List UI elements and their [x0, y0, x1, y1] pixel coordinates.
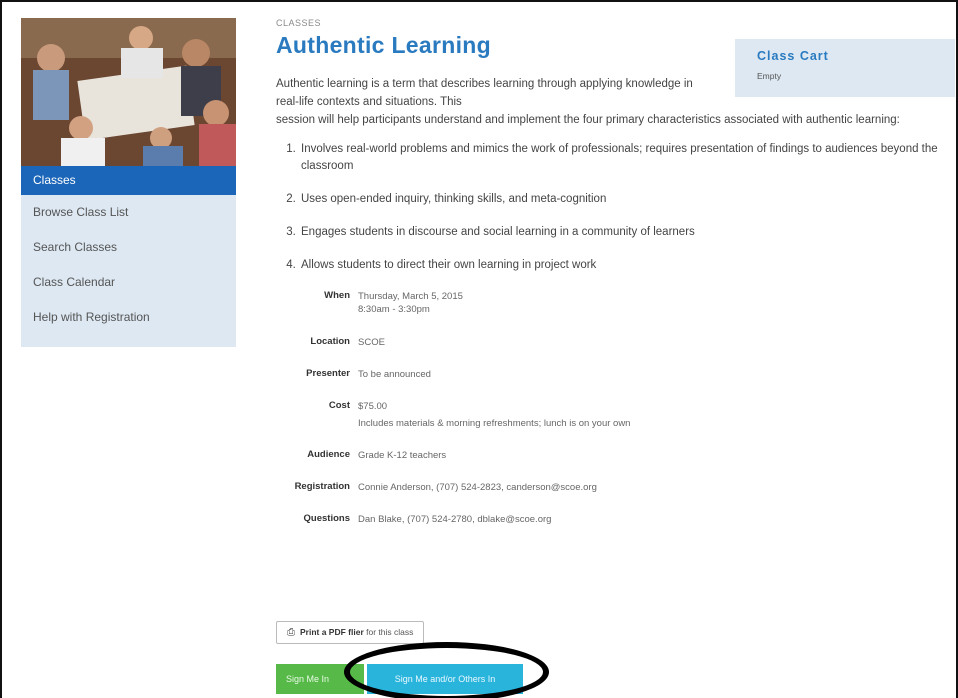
cost-value: $75.00 Includes materials & morning refr…: [358, 400, 630, 430]
list-item: Uses open-ended inquiry, thinking skills…: [299, 191, 956, 208]
description-line-1: Authentic learning is a term that descri…: [276, 78, 693, 108]
pdf-button-label-bold: Print a PDF flier: [300, 627, 364, 637]
print-pdf-flier-button[interactable]: ⎙ Print a PDF flier for this class: [276, 621, 425, 644]
registration-label: Registration: [294, 481, 350, 492]
detail-questions: Questions Dan Blake, (707) 524-2780, dbl…: [276, 513, 956, 526]
audience-label: Audience: [307, 449, 350, 460]
questions-label: Questions: [303, 513, 350, 524]
sign-me-in-button[interactable]: Sign Me In: [276, 664, 364, 694]
list-item: Allows students to direct their own lear…: [299, 257, 956, 274]
sign-me-and-others-in-button[interactable]: Sign Me and/or Others In: [367, 664, 523, 694]
audience-value: Grade K-12 teachers: [358, 450, 447, 461]
page-title: Authentic Learning: [276, 32, 491, 58]
breadcrumb[interactable]: CLASSES: [276, 18, 956, 28]
sidebar-item-class-calendar[interactable]: Class Calendar: [21, 265, 236, 300]
class-description: Authentic learning is a term that descri…: [276, 75, 956, 129]
when-date: Thursday, March 5, 2015: [358, 291, 463, 302]
classroom-photo: [21, 18, 236, 166]
sidebar-item-classes[interactable]: Classes: [21, 166, 236, 195]
detail-audience: Audience Grade K-12 teachers: [276, 449, 956, 462]
list-item: Engages students in discourse and social…: [299, 224, 956, 241]
cost-label: Cost: [328, 400, 350, 411]
detail-presenter: Presenter To be announced: [276, 368, 956, 381]
when-time: 8:30am - 3:30pm: [358, 304, 430, 315]
main-content: CLASSES Authentic Learning Authentic lea…: [276, 18, 956, 526]
questions-value[interactable]: Dan Blake, (707) 524-2780, dblake@scoe.o…: [358, 513, 551, 526]
cost-note: Includes materials & morning refreshment…: [358, 418, 631, 429]
location-label: Location: [310, 336, 350, 347]
pdf-button-label: for this class: [363, 627, 414, 637]
detail-when: When Thursday, March 5, 2015 8:30am - 3:…: [276, 290, 956, 316]
classroom-photo-image: [21, 18, 236, 166]
class-details: When Thursday, March 5, 2015 8:30am - 3:…: [276, 290, 956, 526]
when-value: Thursday, March 5, 2015 8:30am - 3:30pm: [358, 290, 463, 316]
printer-icon: ⎙: [287, 627, 295, 638]
sidebar-item-search-classes[interactable]: Search Classes: [21, 230, 236, 265]
presenter-value: To be announced: [358, 369, 431, 380]
detail-cost: Cost $75.00 Includes materials & morning…: [276, 400, 956, 430]
presenter-label: Presenter: [306, 368, 350, 379]
location-value: SCOE: [358, 337, 385, 348]
detail-location: Location SCOE: [276, 336, 956, 349]
sidebar-item-browse-class-list[interactable]: Browse Class List: [21, 195, 236, 230]
list-item: Involves real-world problems and mimics …: [299, 141, 956, 175]
sidebar-item-help-with-registration[interactable]: Help with Registration: [21, 300, 236, 335]
sidebar-nav: Classes Browse Class List Search Classes…: [21, 166, 236, 347]
characteristics-list: Involves real-world problems and mimics …: [276, 141, 956, 274]
when-label: When: [324, 290, 350, 301]
cost-amount: $75.00: [358, 401, 388, 412]
detail-registration: Registration Connie Anderson, (707) 524-…: [276, 481, 956, 494]
registration-value[interactable]: Connie Anderson, (707) 524-2823, canders…: [358, 481, 597, 494]
description-line-2: session will help participants understan…: [276, 114, 900, 126]
sidebar: Classes Browse Class List Search Classes…: [21, 18, 236, 347]
